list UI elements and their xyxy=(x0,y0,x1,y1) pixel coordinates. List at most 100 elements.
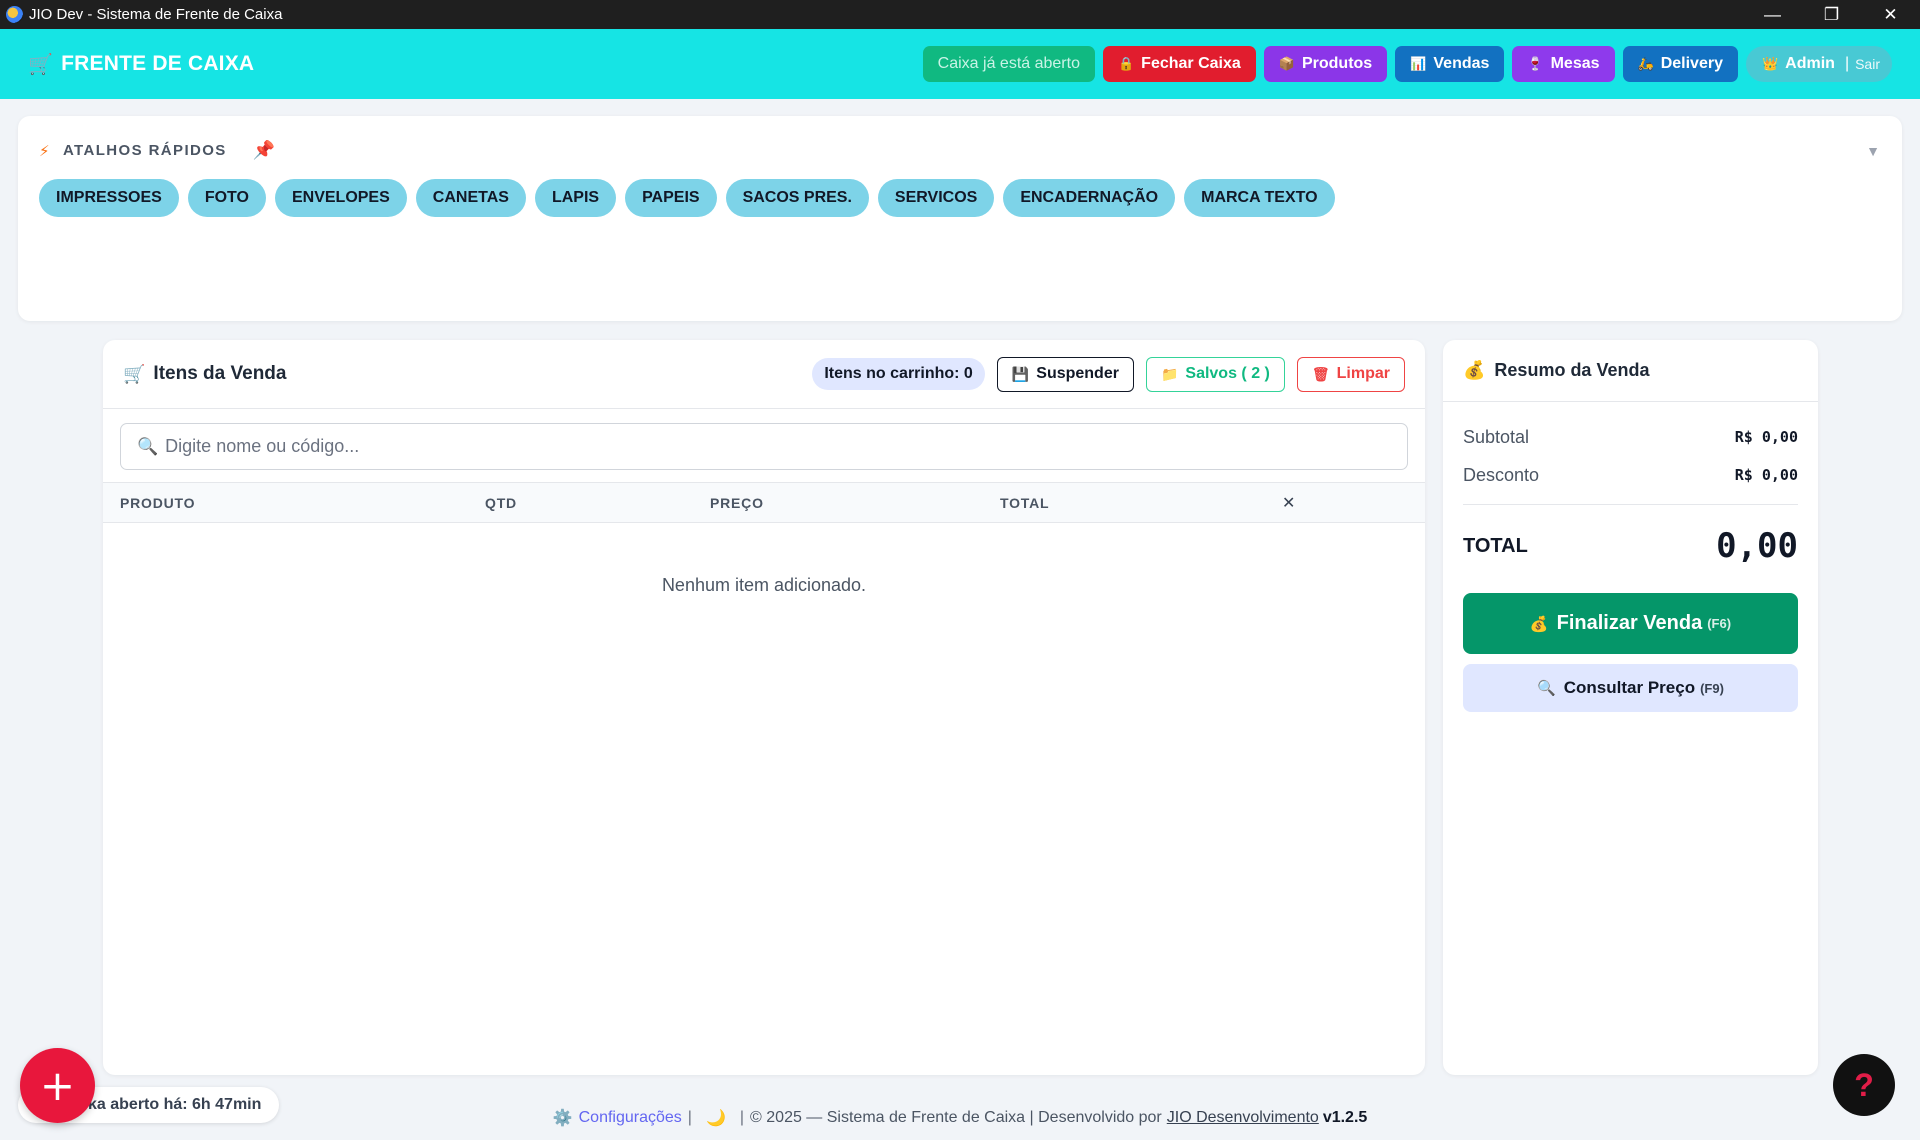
app-header: 🛒 FRENTE DE CAIXA Caixa já está aberto 🔒… xyxy=(0,29,1920,99)
shortcut-chip[interactable]: CANETAS xyxy=(415,179,526,217)
shortcut-chip[interactable]: SACOS PRES. xyxy=(725,179,869,217)
sale-summary-panel: 💰 Resumo da Venda Subtotal R$ 0,00 Desco… xyxy=(1443,340,1818,1075)
sales-label: Vendas xyxy=(1433,55,1490,72)
shortcut-chip[interactable]: PAPEIS xyxy=(625,179,717,217)
footer-separator: | xyxy=(739,1109,745,1126)
total-label: TOTAL xyxy=(1463,534,1528,557)
folder-icon: 📁 xyxy=(1160,365,1179,382)
empty-cart-message: Nenhum item adicionado. xyxy=(661,575,867,595)
sales-button[interactable]: 📊 Vendas xyxy=(1395,46,1505,82)
admin-menu[interactable]: 👑 Admin | Sair xyxy=(1745,46,1892,82)
suspend-button[interactable]: 💾 Suspender xyxy=(996,356,1134,392)
search-icon: 🔍 xyxy=(137,436,159,456)
copyright-text: © 2025 — Sistema de Frente de Caixa | De… xyxy=(750,1109,1162,1126)
suspend-label: Suspender xyxy=(1036,365,1119,382)
discount-label: Desconto xyxy=(1463,464,1540,485)
floppy-icon: 💾 xyxy=(1011,365,1030,382)
crown-icon: 👑 xyxy=(1761,56,1779,71)
restore-icon[interactable]: ❐ xyxy=(1802,0,1861,29)
quick-shortcuts-panel: ⚡ ATALHOS RÁPIDOS 📌 ▼ IMPRESSOES FOTO EN… xyxy=(18,116,1902,321)
lock-icon: 🔒 xyxy=(1117,56,1135,71)
tables-button[interactable]: 🍷 Mesas xyxy=(1512,46,1615,82)
minimize-icon[interactable]: — xyxy=(1743,0,1802,29)
shortcut-chip[interactable]: IMPRESSOES xyxy=(39,179,179,217)
brand-title: FRENTE DE CAIXA xyxy=(61,52,255,75)
pin-icon[interactable]: 📌 xyxy=(253,140,277,161)
cash-open-button[interactable]: Caixa já está aberto xyxy=(922,46,1095,82)
sale-items-panel: 🛒 Itens da Venda Itens no carrinho: 0 💾 S… xyxy=(103,340,1425,1075)
price-check-button[interactable]: 🔍 Consultar Preço (F9) xyxy=(1463,664,1798,712)
cart-icon: 🛒 xyxy=(28,53,54,76)
product-search: 🔍 xyxy=(120,423,1408,470)
help-button[interactable]: ? xyxy=(1833,1054,1895,1116)
shortcuts-header: ⚡ ATALHOS RÁPIDOS 📌 xyxy=(39,140,1881,161)
sale-items-title: 🛒 Itens da Venda xyxy=(123,363,286,385)
discount-row: Desconto R$ 0,00 xyxy=(1463,456,1798,494)
window-titlebar: JIO Dev - Sistema de Frente de Caixa — ❐… xyxy=(0,0,1920,29)
app-icon xyxy=(6,6,23,23)
total-value: 0,00 xyxy=(1716,526,1798,566)
col-total: TOTAL xyxy=(1000,494,1050,511)
summary-title: Resumo da Venda xyxy=(1494,360,1650,380)
bolt-icon: ⚡ xyxy=(39,142,51,160)
shortcut-chips: IMPRESSOES FOTO ENVELOPES CANETAS LAPIS … xyxy=(39,179,1881,217)
summary-body: Subtotal R$ 0,00 Desconto R$ 0,00 TOTAL … xyxy=(1443,418,1818,712)
admin-separator: | xyxy=(1844,55,1850,72)
shortcut-chip[interactable]: FOTO xyxy=(187,179,266,217)
subtotal-row: Subtotal R$ 0,00 xyxy=(1463,418,1798,456)
search-input[interactable] xyxy=(165,436,1391,457)
money-bag-icon: 💰 xyxy=(1529,615,1549,633)
admin-label: Admin xyxy=(1785,55,1835,72)
close-cash-label: Fechar Caixa xyxy=(1141,55,1241,72)
saved-label: Salvos ( 2 ) xyxy=(1185,365,1270,382)
cart-count-badge: Itens no carrinho: 0 xyxy=(812,358,985,390)
version-label: v1.2.5 xyxy=(1322,1109,1368,1126)
add-fab-button[interactable]: + xyxy=(20,1048,95,1123)
col-product: PRODUTO xyxy=(120,494,196,511)
finalize-sale-button[interactable]: 💰 Finalizar Venda (F6) xyxy=(1463,593,1798,654)
saved-button[interactable]: 📁 Salvos ( 2 ) xyxy=(1145,356,1285,392)
tables-label: Mesas xyxy=(1550,55,1600,72)
shortcut-chip[interactable]: ENVELOPES xyxy=(274,179,407,217)
clear-button[interactable]: 🗑 Limpar xyxy=(1296,356,1405,392)
footer-separator: | xyxy=(687,1109,692,1126)
items-table-header: PRODUTO QTD PREÇO TOTAL ✕ xyxy=(103,482,1425,523)
shortcut-chip[interactable]: LAPIS xyxy=(534,179,617,217)
sale-items-header: 🛒 Itens da Venda Itens no carrinho: 0 💾 S… xyxy=(103,340,1425,409)
products-label: Produtos xyxy=(1301,55,1373,72)
subtotal-label: Subtotal xyxy=(1463,426,1530,447)
total-row: TOTAL 0,00 xyxy=(1463,505,1798,587)
close-icon[interactable]: ✕ xyxy=(1861,0,1920,29)
footer: ⚙️ Configurações | 🌙 | © 2025 — Sistema … xyxy=(0,1096,1920,1140)
finalize-shortcut: (F6) xyxy=(1707,616,1732,631)
shortcut-chip[interactable]: SERVICOS xyxy=(877,179,995,217)
brand: 🛒 FRENTE DE CAIXA xyxy=(28,52,254,77)
logout-link[interactable]: Sair xyxy=(1855,56,1880,72)
cart-icon: 🛒 xyxy=(123,363,146,384)
products-button[interactable]: 📦 Produtos xyxy=(1263,46,1388,82)
search-wrapper: 🔍 xyxy=(103,409,1425,482)
subtotal-value: R$ 0,00 xyxy=(1734,428,1798,446)
window-title: JIO Dev - Sistema de Frente de Caixa xyxy=(29,6,283,23)
chart-icon: 📊 xyxy=(1410,56,1427,71)
window-controls: — ❐ ✕ xyxy=(1743,0,1920,29)
settings-link[interactable]: Configurações xyxy=(579,1109,682,1127)
remove-all-icon[interactable]: ✕ xyxy=(1282,493,1296,513)
shortcut-chip[interactable]: ENCADERNAÇÃO xyxy=(1003,179,1176,217)
shortcut-chip[interactable]: MARCA TEXTO xyxy=(1184,179,1335,217)
moon-icon[interactable]: 🌙 xyxy=(706,1108,726,1128)
finalize-label: Finalizar Venda xyxy=(1556,612,1703,634)
col-price: PREÇO xyxy=(710,494,764,511)
sale-items-title-text: Itens da Venda xyxy=(153,363,287,384)
shortcuts-title: ATALHOS RÁPIDOS xyxy=(62,142,227,159)
col-qty: QTD xyxy=(485,494,517,511)
developer-link[interactable]: JIO Desenvolvimento xyxy=(1167,1109,1319,1127)
sale-items-actions: Itens no carrinho: 0 💾 Suspender 📁 Salvos … xyxy=(812,356,1405,392)
scooter-icon: 🛵 xyxy=(1637,56,1654,71)
discount-value: R$ 0,00 xyxy=(1734,466,1798,484)
delivery-button[interactable]: 🛵 Delivery xyxy=(1622,46,1738,82)
collapse-toggle-icon[interactable]: ▼ xyxy=(1866,143,1880,159)
clear-label: Limpar xyxy=(1336,365,1390,382)
close-cash-button[interactable]: 🔒 Fechar Caixa xyxy=(1102,46,1256,82)
trash-icon: 🗑 xyxy=(1311,365,1330,382)
